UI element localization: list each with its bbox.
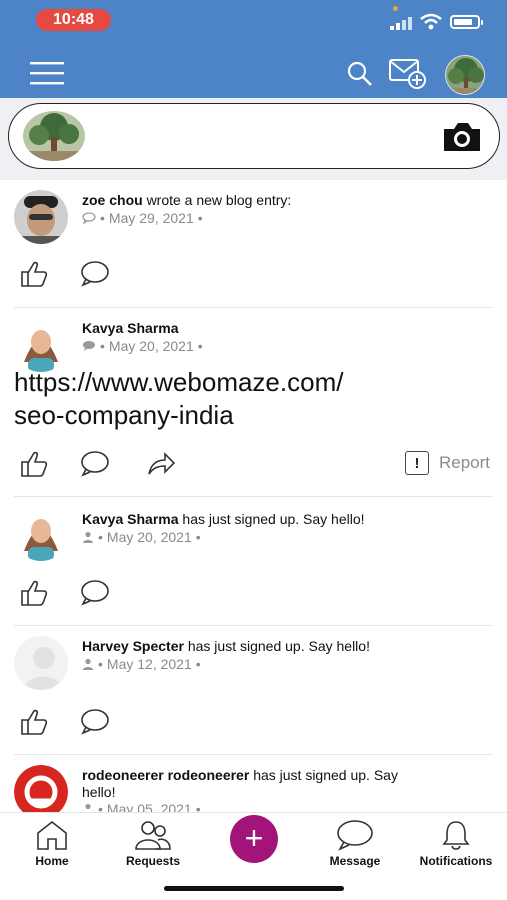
composer-avatar bbox=[23, 111, 85, 161]
post-actions bbox=[20, 579, 490, 609]
author-name[interactable]: Harvey Specter bbox=[82, 638, 184, 654]
post-headline: zoe chou wrote a new blog entry: bbox=[82, 192, 291, 208]
author-avatar[interactable] bbox=[14, 636, 68, 690]
comment-outline-icon bbox=[82, 212, 96, 224]
friend-requests-icon bbox=[135, 821, 171, 850]
post-meta: • May 20, 2021 • bbox=[82, 338, 203, 354]
author-name[interactable]: Kavya Sharma bbox=[82, 511, 179, 527]
post-link-line-1: https://www.webomaze.com/ bbox=[14, 367, 344, 397]
status-composer[interactable] bbox=[8, 103, 500, 169]
camera-icon[interactable] bbox=[441, 121, 483, 153]
nav-requests[interactable]: Requests bbox=[116, 819, 190, 868]
profile-avatar[interactable] bbox=[445, 55, 485, 95]
post-date: May 12, 2021 bbox=[106, 656, 192, 672]
post-actions: ! Report bbox=[20, 450, 490, 480]
like-icon[interactable] bbox=[20, 450, 50, 478]
compose-message-icon[interactable] bbox=[388, 56, 428, 90]
comment-icon[interactable] bbox=[80, 579, 110, 607]
feed-item: rodeoneerer rodeoneerer has just signed … bbox=[0, 755, 507, 812]
post-date: May 20, 2021 bbox=[108, 338, 194, 354]
home-indicator[interactable] bbox=[164, 886, 344, 891]
post-action: has just signed up. Say bbox=[253, 767, 398, 783]
post-action: has just signed up. Say hello! bbox=[182, 511, 365, 527]
nav-home[interactable]: Home bbox=[28, 819, 76, 868]
composer-area bbox=[0, 98, 507, 180]
bell-icon bbox=[442, 821, 470, 850]
privacy-indicator-dot bbox=[393, 6, 398, 11]
post-action: wrote a new blog entry: bbox=[146, 192, 292, 208]
post-actions bbox=[20, 260, 490, 290]
post-date: May 29, 2021 bbox=[108, 210, 194, 226]
feed-item: Kavya Sharma • May 20, 2021 • https://ww… bbox=[0, 308, 507, 497]
author-avatar[interactable] bbox=[14, 318, 68, 372]
author-name[interactable]: rodeoneerer rodeoneerer bbox=[82, 767, 249, 783]
post-link-line-2: seo-company-india bbox=[14, 400, 234, 430]
author-avatar[interactable] bbox=[14, 190, 68, 244]
author-avatar[interactable] bbox=[14, 507, 68, 561]
comment-icon[interactable] bbox=[80, 450, 110, 478]
post-headline: Harvey Specter has just signed up. Say h… bbox=[82, 638, 370, 654]
author-name[interactable]: zoe chou bbox=[82, 192, 143, 208]
post-meta: • May 29, 2021 • bbox=[82, 210, 203, 226]
nav-message[interactable]: Message bbox=[322, 819, 388, 868]
menu-icon[interactable] bbox=[30, 60, 64, 86]
user-icon bbox=[85, 803, 91, 810]
feed-item: Kavya Sharma has just signed up. Say hel… bbox=[0, 497, 507, 626]
feed-item: zoe chou wrote a new blog entry: • May 2… bbox=[0, 180, 507, 308]
post-actions bbox=[20, 708, 490, 738]
like-icon[interactable] bbox=[20, 708, 50, 736]
comment-icon[interactable] bbox=[80, 708, 110, 736]
author-name[interactable]: Kavya Sharma bbox=[82, 320, 179, 336]
signal-icon bbox=[390, 17, 412, 30]
nav-notifications[interactable]: Notifications bbox=[410, 819, 502, 868]
wifi-icon bbox=[420, 13, 442, 30]
post-date: May 20, 2021 bbox=[106, 529, 192, 545]
report-label: Report bbox=[438, 453, 490, 472]
battery-icon bbox=[450, 15, 483, 29]
create-post-button[interactable]: + bbox=[230, 815, 278, 863]
post-date: May 05, 2021 bbox=[106, 801, 192, 812]
post-headline: rodeoneerer rodeoneerer has just signed … bbox=[82, 767, 482, 801]
post-action-continued: hello! bbox=[82, 784, 116, 800]
feed-item: Harvey Specter has just signed up. Say h… bbox=[0, 626, 507, 755]
user-icon bbox=[83, 531, 93, 543]
post-meta: • May 20, 2021 • bbox=[82, 529, 201, 545]
report-button[interactable]: ! Report bbox=[404, 451, 490, 475]
comment-icon[interactable] bbox=[80, 260, 110, 288]
activity-feed: zoe chou wrote a new blog entry: • May 2… bbox=[0, 180, 507, 812]
post-action: has just signed up. Say hello! bbox=[187, 638, 370, 654]
like-icon[interactable] bbox=[20, 260, 50, 288]
user-icon bbox=[83, 658, 93, 670]
app-header: 10:48 bbox=[0, 0, 507, 98]
post-meta: • May 05, 2021 • bbox=[82, 801, 201, 812]
report-icon: ! bbox=[404, 451, 429, 475]
post-headline: Kavya Sharma has just signed up. Say hel… bbox=[82, 511, 365, 527]
share-icon[interactable] bbox=[146, 450, 176, 478]
post-meta: • May 12, 2021 • bbox=[82, 656, 201, 672]
post-body[interactable]: https://www.webomaze.com/ seo-company-in… bbox=[14, 366, 494, 432]
message-icon bbox=[337, 820, 373, 851]
home-icon bbox=[37, 820, 67, 850]
status-time: 10:48 bbox=[36, 9, 111, 31]
post-headline: Kavya Sharma bbox=[82, 320, 179, 336]
comment-filled-icon bbox=[83, 341, 95, 351]
search-icon[interactable] bbox=[346, 60, 374, 88]
like-icon[interactable] bbox=[20, 579, 50, 607]
author-avatar[interactable] bbox=[14, 765, 68, 812]
